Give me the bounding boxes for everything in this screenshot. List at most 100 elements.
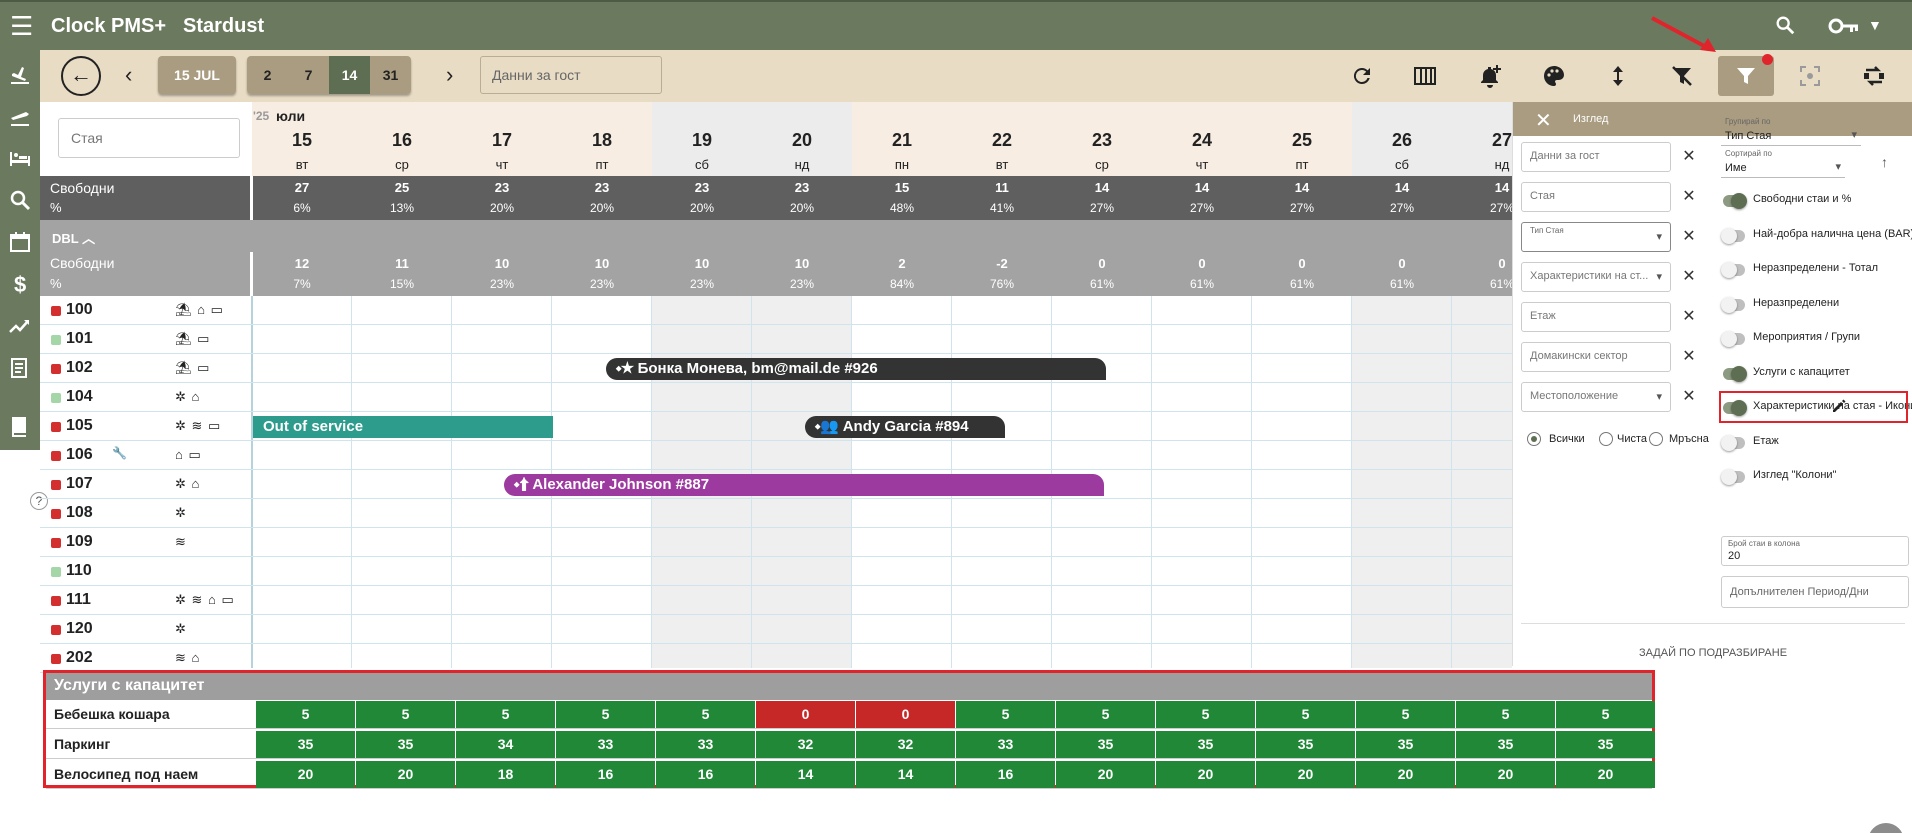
booking-bar[interactable]: ⬩👥 Andy Garcia #894 [805,416,1005,438]
room-number[interactable]: 105 [66,417,93,435]
bed-icon[interactable] [8,146,32,170]
room-row[interactable]: 101 ⛱ ▭ [40,325,1512,354]
toggle-switch[interactable] [1721,227,1745,244]
booking-bar[interactable]: ⬩⬆ Alexander Johnson #887 [504,474,1104,496]
reset-defaults-button[interactable]: ЗАДАЙ ПО ПОДРАЗБИРАНЕ [1513,647,1912,659]
room-row[interactable]: 108 ✲ [40,499,1512,528]
room-row[interactable]: 104 ✲ ⌂ [40,383,1512,412]
free-count: 11 [395,256,409,271]
clear-icon[interactable]: ✕ [1681,309,1697,326]
toggle-switch[interactable] [1723,365,1747,382]
menu-icon[interactable]: ☰ [10,13,33,39]
room-row[interactable]: 111 ✲ ≋ ⌂ ▭ [40,586,1512,615]
filter-field[interactable]: Характеристики на ст... [1521,262,1671,292]
guest-search-input[interactable]: Данни за гост [480,56,662,94]
hotel-name[interactable]: Stardust [183,15,264,38]
filter-field-label: Домакински сектор [1530,350,1628,362]
booking-bar[interactable]: ⬩★ Бонка Монева, bm@mail.de #926 [606,358,1106,380]
toggle-switch[interactable] [1721,262,1745,278]
room-search-input[interactable]: Стая [58,118,240,158]
departures-icon[interactable] [8,104,32,128]
filter-field[interactable]: Етаж [1521,302,1671,332]
clear-icon[interactable]: ✕ [1681,389,1697,406]
arrivals-icon[interactable] [8,62,32,86]
columns-icon[interactable] [1413,64,1437,88]
toggle-label: Неразпределени [1753,296,1840,309]
room-row[interactable]: 109 ≋ [40,528,1512,557]
chat-bubble-icon[interactable] [1868,823,1904,833]
filter-field[interactable]: Домакински сектор [1521,342,1671,372]
clear-filter-icon[interactable] [1670,64,1694,88]
room-number[interactable]: 107 [66,475,93,493]
toggle-switch[interactable] [1721,469,1745,485]
range-option-2[interactable]: 2 [247,56,288,94]
search-icon[interactable] [1774,14,1796,36]
focus-icon[interactable] [1798,64,1822,88]
back-button[interactable]: ← [61,56,101,96]
filter-field[interactable]: Тип Стая [1521,222,1671,252]
row-height-icon[interactable] [1606,64,1630,88]
radio-button[interactable] [1599,432,1613,446]
range-option-14[interactable]: 14 [329,56,370,94]
date-button[interactable]: 15 JUL [158,56,236,94]
clear-icon[interactable]: ✕ [1681,149,1697,166]
room-number[interactable]: 202 [66,649,93,667]
day-number: 16 [391,130,413,150]
room-group-header[interactable]: DBL ︿ [40,220,1512,252]
clear-icon[interactable]: ✕ [1681,349,1697,366]
edit-icon[interactable] [1831,398,1847,414]
add-alert-icon[interactable] [1478,64,1502,88]
search-icon[interactable] [8,188,32,212]
swap-icon[interactable] [1862,64,1886,88]
range-option-7[interactable]: 7 [288,56,329,94]
room-number[interactable]: 108 [66,504,93,522]
room-row[interactable]: 120 ✲ [40,615,1512,644]
room-number[interactable]: 101 [66,330,93,348]
radio-button[interactable] [1527,432,1541,446]
report-icon[interactable] [8,356,32,380]
booking-bar[interactable]: Out of service [253,416,553,438]
palette-icon[interactable] [1542,64,1566,88]
clear-icon[interactable]: ✕ [1681,229,1697,246]
filter-field[interactable]: Местоположение [1521,382,1671,412]
room-number[interactable]: 106 [66,446,93,464]
toggle-switch[interactable] [1721,331,1745,347]
room-row[interactable]: 106 ⌂ ▭ 🔧 [40,441,1512,470]
clear-icon[interactable]: ✕ [1681,189,1697,206]
chevron-down-icon[interactable]: ▼ [1868,17,1882,33]
rooms-per-column-field[interactable]: Брой стаи в колона 20 [1721,536,1909,566]
dollar-icon[interactable]: $ [8,272,32,296]
extra-period-field[interactable]: Допълнителен Период/Дни [1721,576,1909,608]
chevron-up-icon[interactable]: ︿ [82,231,95,246]
group-by-select[interactable]: Групирай по Тип Стая [1721,116,1861,146]
room-number[interactable]: 109 [66,533,93,551]
trend-icon[interactable] [8,314,32,338]
room-row[interactable]: 110 [40,557,1512,586]
toggle-switch[interactable] [1721,296,1745,313]
filter-field[interactable]: Стая [1521,182,1671,212]
prev-arrow-icon[interactable]: ‹ [125,64,132,86]
room-number[interactable]: 102 [66,359,93,377]
calendar-icon[interactable] [8,230,32,254]
room-number[interactable]: 120 [66,620,93,638]
key-icon[interactable] [1828,15,1860,37]
close-icon[interactable]: ✕ [1535,108,1552,133]
room-row[interactable]: 100 ⛱ ⌂ ▭ [40,296,1512,325]
range-option-31[interactable]: 31 [370,56,411,94]
radio-button[interactable] [1649,432,1663,446]
next-arrow-icon[interactable]: › [446,64,453,86]
filter-icon[interactable] [1734,64,1758,88]
room-row[interactable]: 202 ≋ ⌂ [40,644,1512,673]
book-icon[interactable] [8,414,32,438]
toggle-switch[interactable] [1723,193,1747,209]
room-number[interactable]: 110 [66,562,92,580]
clear-icon[interactable]: ✕ [1681,269,1697,286]
room-number[interactable]: 104 [66,388,93,406]
refresh-icon[interactable] [1350,64,1374,88]
toggle-switch[interactable] [1721,434,1745,451]
sort-direction-icon[interactable]: ↑ [1881,154,1888,170]
filter-field[interactable]: Данни за гост [1521,142,1671,172]
room-number[interactable]: 100 [66,301,93,319]
sort-by-select[interactable]: Сортирай по Име [1721,148,1845,178]
room-number[interactable]: 111 [66,591,91,609]
